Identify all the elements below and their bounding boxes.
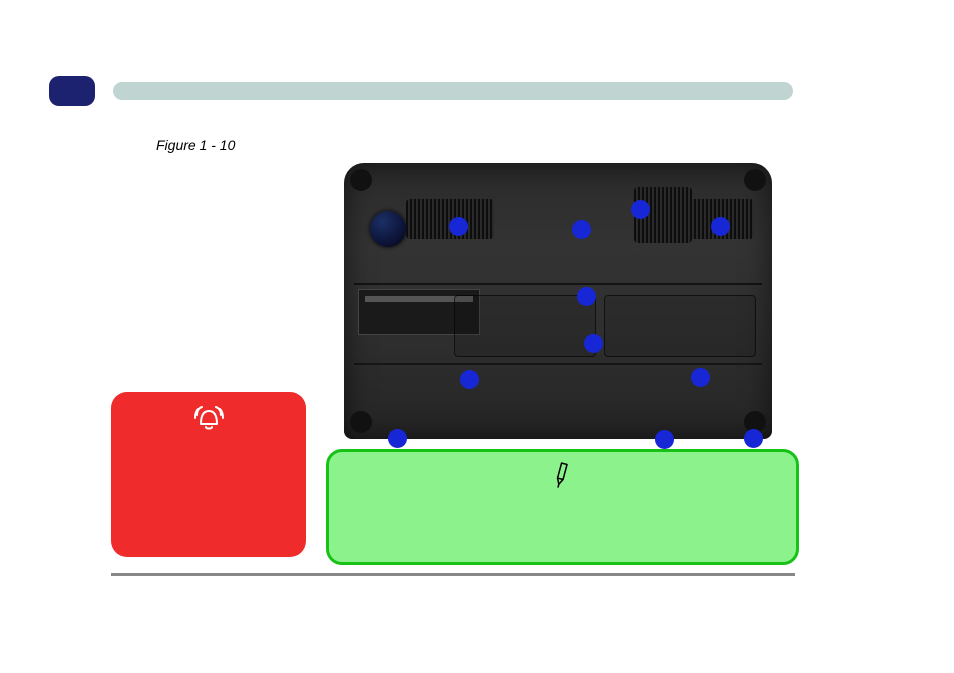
callout-dot [388,429,407,448]
warning-card [111,392,306,557]
pen-icon [546,458,579,492]
callout-dot [711,217,730,236]
seam-line [354,363,762,365]
callout-dot [655,430,674,449]
callout-dot [744,429,763,448]
callout-dot [572,220,591,239]
subwoofer-icon [370,211,406,247]
section-tab [49,76,95,106]
rubber-foot-icon [350,411,372,433]
callout-dot [577,287,596,306]
access-panel-icon [454,295,596,357]
note-card [326,449,799,565]
bell-icon [194,406,224,437]
callout-dot [584,334,603,353]
seam-line [354,283,762,285]
figure-caption: Figure 1 - 10 [156,137,235,153]
vent-icon [406,199,494,239]
access-panel-icon [604,295,756,357]
laptop-bottom-image [344,163,772,439]
header-bar [113,82,793,100]
callout-dot [691,368,710,387]
callout-dot [449,217,468,236]
rubber-foot-icon [744,169,766,191]
rubber-foot-icon [350,169,372,191]
callout-dot [631,200,650,219]
callout-dot [460,370,479,389]
manual-page: Figure 1 - 10 [0,0,954,673]
footer-rule [111,573,795,576]
